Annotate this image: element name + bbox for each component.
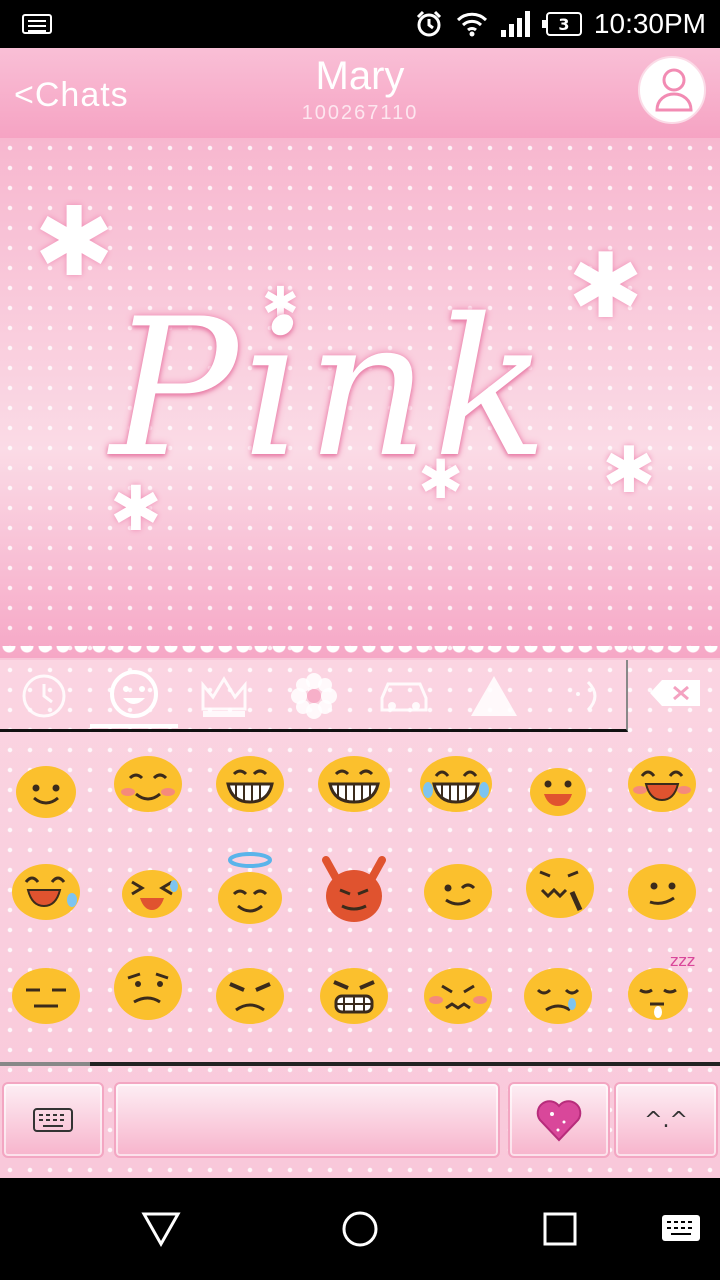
car-icon (380, 682, 428, 712)
recents-nav-button[interactable] (535, 1204, 585, 1254)
navigation-bar (0, 1178, 720, 1280)
emoji-grinning[interactable] (312, 738, 396, 822)
emoji-neutral-smile[interactable] (620, 846, 704, 930)
avatar[interactable] (638, 56, 706, 124)
chat-wallpaper: ✱ ✱ ✱ ✱ ✱ ✱ Pink (0, 138, 720, 658)
wifi-icon (456, 12, 487, 37)
emoji-wink[interactable] (416, 846, 500, 930)
heart-key[interactable] (508, 1082, 610, 1158)
emoji-happy[interactable] (516, 746, 600, 830)
emoji-sweat-smile[interactable] (4, 846, 88, 930)
clock-icon (22, 674, 66, 718)
clock-time: 10:30PM (593, 8, 706, 39)
svg-text:zzz: zzz (670, 951, 695, 970)
wallpaper-text: Pink (110, 278, 553, 499)
flower-icon (291, 673, 337, 719)
smiley-icon (110, 670, 158, 718)
emoticon-key[interactable]: ^.^ (614, 1082, 718, 1158)
tab-symbols[interactable] (450, 664, 538, 728)
heart-icon (536, 1100, 582, 1142)
emoji-expressionless[interactable] (4, 950, 88, 1034)
crown-icon (201, 676, 247, 717)
tab-emoticons[interactable] (540, 664, 628, 728)
keyboard-icon (33, 1108, 73, 1132)
alarm-icon (416, 10, 441, 37)
emoji-confounded[interactable] (518, 842, 602, 926)
status-bar: 3 10:30PM (0, 0, 720, 48)
emoji-laughing[interactable] (620, 738, 704, 822)
battery-icon: 3 (541, 12, 582, 36)
emoji-blush[interactable] (106, 738, 190, 822)
emoji-smile[interactable] (4, 746, 88, 830)
emoji-pouting[interactable] (416, 950, 500, 1034)
tab-recent[interactable] (0, 664, 88, 728)
keyboard-switch-key[interactable] (2, 1082, 104, 1158)
chat-header: <Chats Mary 100267110 (0, 48, 720, 138)
emoji-page-indicator (0, 1062, 720, 1066)
emoji-joy[interactable] (414, 738, 498, 822)
emoji-keyboard: zzz ^.^ (0, 660, 720, 1178)
home-circle-icon (342, 1211, 378, 1247)
home-nav-button[interactable] (335, 1204, 385, 1254)
back-nav-button[interactable] (136, 1204, 186, 1254)
emoji-imp[interactable] (312, 846, 396, 930)
emoji-squint-laugh[interactable] (110, 846, 194, 930)
emoji-angry[interactable] (208, 950, 292, 1034)
keyboard-icon (22, 14, 52, 34)
tab-objects[interactable] (180, 664, 268, 728)
triangle-icon (471, 676, 517, 716)
flower-decoration: ✱ (34, 186, 115, 298)
signal-icon (500, 11, 530, 37)
flower-decoration: ✱ (568, 234, 644, 339)
emoji-grimace[interactable] (312, 950, 396, 1034)
contact-id: 100267110 (301, 102, 419, 124)
tab-nature[interactable] (270, 664, 358, 728)
recents-square-icon (543, 1212, 577, 1246)
emoji-confused[interactable] (106, 942, 190, 1026)
backspace-icon (650, 680, 700, 706)
emoji-grin[interactable] (208, 738, 292, 822)
tab-places[interactable] (360, 664, 448, 728)
back-triangle-icon (141, 1212, 181, 1247)
delete-button[interactable] (648, 678, 702, 708)
keyboard-nav-button[interactable] (656, 1204, 706, 1254)
emoji-sad[interactable] (516, 950, 600, 1034)
emoji-grid: zzz (0, 746, 720, 1066)
contact-name: Mary (315, 54, 405, 98)
emoticon-icon (576, 680, 597, 712)
flower-decoration: ✱ (602, 434, 656, 508)
battery-level: 3 (558, 14, 570, 34)
emoticon-key-label: ^.^ (644, 1107, 688, 1133)
emoji-innocent[interactable] (208, 846, 292, 930)
lace-divider (0, 646, 720, 660)
person-icon (655, 68, 693, 112)
emoji-category-tabs (0, 660, 628, 732)
keyboard-icon (662, 1215, 700, 1241)
emoji-sleepy[interactable]: zzz (620, 942, 704, 1026)
space-key[interactable] (114, 1082, 500, 1158)
tab-smileys[interactable] (90, 664, 178, 728)
